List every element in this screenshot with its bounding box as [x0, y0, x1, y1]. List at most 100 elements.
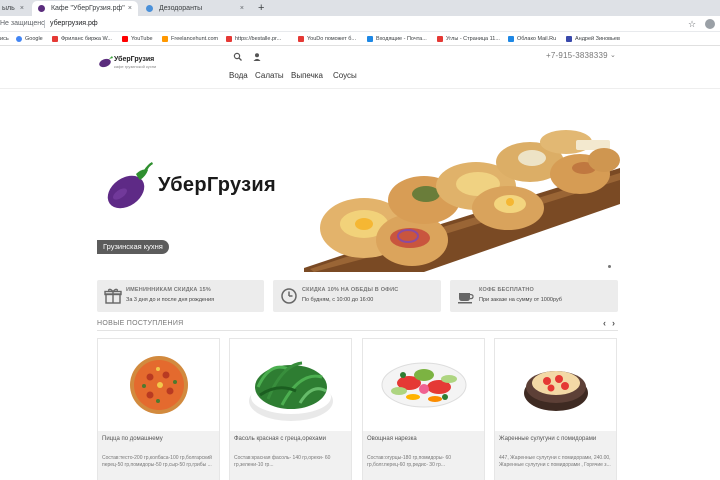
- bookmark-favicon-icon: [298, 35, 304, 42]
- browser-tab-0[interactable]: ыль ×: [0, 1, 30, 16]
- url-text[interactable]: убергрузия.рф: [50, 16, 98, 32]
- security-status[interactable]: Не защищено: [0, 16, 45, 32]
- bookmark-label: ись: [0, 36, 9, 42]
- google-icon: [16, 35, 22, 42]
- product-info: Пицца по домашнему Состав:тесто-200 гр,к…: [98, 431, 219, 480]
- bookmark-label: YouDo поможет б...: [307, 36, 356, 42]
- eggplant-favicon-icon: [38, 4, 45, 12]
- search-icon[interactable]: [233, 52, 243, 62]
- bookmark-item[interactable]: Облако Mail.Ru: [508, 32, 556, 46]
- user-icon[interactable]: [252, 52, 262, 62]
- coffee-cup-icon: [458, 293, 474, 304]
- product-image-pizza[interactable]: [98, 339, 219, 431]
- product-name[interactable]: Жаренные сулугуни с помидорами: [499, 435, 613, 443]
- product-name[interactable]: Овощная нарезка: [367, 435, 481, 443]
- bookmark-favicon-icon: [52, 35, 58, 42]
- bookmark-item[interactable]: Углы - Страница 11...: [437, 32, 500, 46]
- bookmark-favicon-icon: [162, 35, 168, 42]
- chevron-right-icon[interactable]: ›: [612, 318, 615, 328]
- bookmark-item[interactable]: Входящие - Почта...: [367, 32, 427, 46]
- product-info: Овощная нарезка Состав:огурцы-180 гр,пом…: [363, 431, 484, 480]
- bookmark-item[interactable]: Фриланс биржа W...: [52, 32, 112, 46]
- divider: [44, 20, 45, 28]
- bookmark-label: Углы - Страница 11...: [446, 36, 500, 42]
- bookmark-label: Freelancehunt.com: [171, 36, 219, 42]
- tab-close-icon[interactable]: ×: [128, 1, 132, 16]
- product-image-vegetable-platter[interactable]: [363, 339, 484, 431]
- section-title: НОВЫЕ ПОСТУПЛЕНИЯ: [97, 320, 184, 327]
- bookmark-star-icon[interactable]: ☆: [688, 16, 696, 32]
- clock-icon: [281, 288, 297, 304]
- browser-tab-2[interactable]: Дезодоранты ×: [140, 1, 250, 16]
- bookmark-item[interactable]: https://bestalle.pr...: [226, 32, 281, 46]
- gift-icon: [104, 288, 122, 304]
- eggplant-logo-icon[interactable]: [98, 54, 114, 68]
- youtube-icon: [122, 35, 128, 42]
- product-image-fried-suluguni[interactable]: [495, 339, 616, 431]
- bookmark-label: Входящие - Почта...: [376, 36, 427, 42]
- product-info: Жаренные сулугуни с помидорами 447, Жаре…: [495, 431, 616, 480]
- bookmark-item[interactable]: YouDo поможет б...: [298, 32, 356, 46]
- bookmark-label: Андрей Зиновьев: [575, 36, 620, 42]
- bookmark-item[interactable]: YouTube: [122, 32, 153, 46]
- phone-number[interactable]: +7-915-3838339: [546, 51, 608, 60]
- bookmark-label: Облако Mail.Ru: [517, 36, 557, 42]
- tab-close-icon[interactable]: ×: [20, 1, 24, 16]
- product-name[interactable]: Пицца по домашнему: [102, 435, 216, 443]
- product-card[interactable]: Овощная нарезка Состав:огурцы-180 гр,пом…: [362, 338, 485, 480]
- promo-subtitle: По будням, с 10:00 до 16:00: [302, 297, 374, 303]
- tab-label: Дезодоранты: [158, 5, 203, 12]
- slider-indicator-dot[interactable]: [608, 265, 611, 268]
- khachapuri-board-image: [304, 130, 620, 272]
- product-name[interactable]: Фасоль красная с греца,орехами: [234, 435, 348, 443]
- bookmark-favicon-icon: [437, 35, 443, 42]
- tab-label: ыль: [2, 5, 15, 12]
- bookmarks-bar: ись Google Фриланс биржа W... YouTube Fr…: [0, 32, 720, 46]
- promo-card-office-lunch: СКИДКА 10% НА ОБЕДЫ В ОФИС По будням, с …: [273, 280, 441, 312]
- product-image-green-beans[interactable]: [230, 339, 351, 431]
- site-header: УберГрузия кафе грузинской кухни +7-915-…: [0, 47, 720, 89]
- bookmark-favicon-icon: [226, 35, 232, 42]
- logo-name[interactable]: УберГрузия: [114, 56, 154, 63]
- bookmark-item[interactable]: Freelancehunt.com: [162, 32, 218, 46]
- bookmark-item[interactable]: Андрей Зиновьев: [566, 32, 620, 46]
- cuisine-badge: Грузинская кухня: [97, 240, 169, 254]
- browser-tab-bar: ыль × Кафе "УберГрузия.рф" × Дезодоранты…: [0, 0, 720, 16]
- logo-tagline: кафе грузинской кухни: [114, 64, 157, 69]
- divider: [97, 330, 618, 331]
- promo-title: КОФЕ БЕСПЛАТНО: [479, 287, 535, 293]
- hero-title: УберГрузия: [158, 174, 276, 196]
- profile-avatar[interactable]: [705, 19, 715, 29]
- product-card[interactable]: Фасоль красная с греца,орехами Состав:кр…: [229, 338, 352, 480]
- chevron-down-icon[interactable]: ⌄: [610, 51, 616, 59]
- product-description: 447, Жаренные сулугуни с помидорами, 240…: [499, 455, 611, 468]
- tab-close-icon[interactable]: ×: [240, 1, 244, 16]
- product-description: Состав:огурцы-180 гр,помидоры- 60 гр,бол…: [367, 455, 452, 468]
- tab-label: Кафе "УберГрузия.рф": [50, 5, 125, 12]
- cloud-icon: [508, 35, 514, 42]
- bookmark-item[interactable]: ись: [0, 32, 9, 46]
- product-description: Состав:тесто-200 гр,колбаса-100 гр,болга…: [102, 455, 212, 468]
- product-card[interactable]: Жаренные сулугуни с помидорами 447, Жаре…: [494, 338, 617, 480]
- browser-tab-1[interactable]: Кафе "УберГрузия.рф" ×: [32, 1, 138, 16]
- product-card[interactable]: Пицца по домашнему Состав:тесто-200 гр,к…: [97, 338, 220, 480]
- promo-card-free-coffee: КОФЕ БЕСПЛАТНО При заказе на сумму от 10…: [450, 280, 618, 312]
- tab-favicon-icon: [146, 4, 153, 12]
- eggplant-icon: [107, 162, 153, 209]
- nav-item-voda[interactable]: Вода: [229, 71, 248, 80]
- bookmark-label: https://bestalle.pr...: [235, 36, 282, 42]
- hero-banner[interactable]: УберГрузия Грузинская кухня: [0, 90, 720, 274]
- promo-title: ИМЕНИННИКАМ СКИДКА 15%: [126, 287, 211, 293]
- address-bar[interactable]: Не защищено убергрузия.рф ☆: [0, 16, 720, 32]
- chevron-left-icon[interactable]: ‹: [603, 318, 606, 328]
- nav-item-sousy[interactable]: Соусы: [333, 71, 357, 80]
- promo-subtitle: При заказе на сумму от 1000руб: [479, 297, 562, 303]
- nav-item-salaty[interactable]: Салаты: [255, 71, 284, 80]
- bookmark-item[interactable]: Google: [16, 32, 43, 46]
- nav-item-vypechka[interactable]: Выпечка: [291, 71, 323, 80]
- promo-title: СКИДКА 10% НА ОБЕДЫ В ОФИС: [302, 287, 399, 293]
- promo-subtitle: За 3 дня до и после дня рождения: [126, 297, 215, 303]
- new-tab-button[interactable]: +: [258, 0, 264, 16]
- bookmark-label: YouTube: [131, 36, 153, 42]
- vk-icon: [566, 35, 572, 42]
